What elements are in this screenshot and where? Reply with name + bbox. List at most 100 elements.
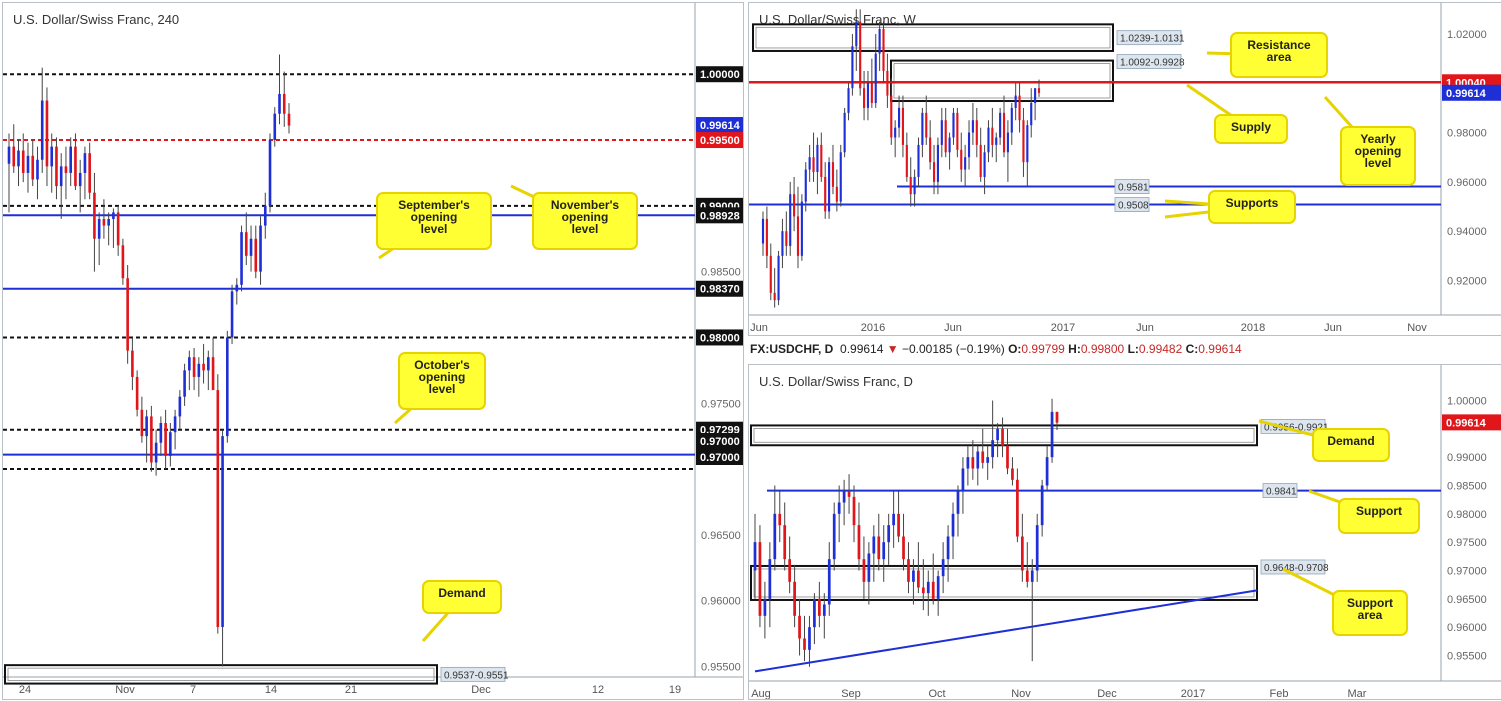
candle bbox=[966, 457, 970, 469]
candle bbox=[835, 186, 838, 202]
candle bbox=[887, 525, 891, 543]
price-tag-label: 0.99614 bbox=[1446, 417, 1487, 429]
candle bbox=[991, 440, 995, 458]
daily-chart-panel[interactable]: 0.9956-0.9921 0.9648-0.9708 0.9841 1.00000 0… bbox=[748, 364, 1501, 700]
candle bbox=[121, 245, 125, 279]
x-tick-label: 2016 bbox=[861, 322, 885, 334]
candle bbox=[837, 502, 841, 514]
candle bbox=[273, 113, 277, 141]
candle bbox=[964, 157, 967, 170]
candle bbox=[12, 146, 16, 167]
zone-box bbox=[750, 564, 1258, 601]
candle bbox=[202, 363, 205, 371]
candle bbox=[26, 155, 30, 173]
price-tag-label: 0.97000 bbox=[700, 452, 740, 464]
candle bbox=[1016, 479, 1019, 537]
candle bbox=[917, 570, 920, 588]
candle bbox=[263, 205, 267, 226]
callout: Resistancearea bbox=[1206, 32, 1328, 78]
callout-text: level bbox=[1365, 156, 1392, 170]
x-tick-label: Jun bbox=[944, 322, 962, 334]
y-tick-label: 0.92000 bbox=[1447, 275, 1487, 287]
candle bbox=[254, 238, 258, 272]
price-tag-label: 0.97000 bbox=[700, 436, 740, 448]
candle bbox=[820, 144, 823, 177]
candle bbox=[64, 166, 68, 173]
high-label: H: bbox=[1068, 342, 1081, 356]
candle bbox=[940, 120, 943, 145]
candle bbox=[769, 255, 772, 293]
y-tick-label: 0.98000 bbox=[1447, 509, 1487, 521]
candle bbox=[1037, 88, 1041, 93]
x-tick-label: Dec bbox=[1097, 688, 1117, 699]
candle bbox=[1045, 457, 1049, 486]
candle bbox=[145, 416, 148, 437]
x-tick-label: 2017 bbox=[1051, 322, 1075, 334]
callout: Demand bbox=[421, 580, 502, 642]
candle bbox=[831, 162, 835, 187]
candle bbox=[226, 337, 229, 437]
callout: Supply bbox=[1186, 83, 1288, 144]
zone-label: 0.9648-0.9708 bbox=[1264, 563, 1329, 574]
weekly-chart-panel[interactable]: 1.0239-1.0131 1.0092-0.9928 0.9581 0.9508 1.… bbox=[748, 2, 1501, 336]
h4-chart[interactable]: 0.9537-0.9551 0.98500 0.97500 0.96500 0.9600… bbox=[3, 3, 743, 699]
zone-label: 1.0239-1.0131 bbox=[1120, 34, 1185, 45]
daily-chart[interactable]: 0.9956-0.99210.9648-0.97080.98411.000000… bbox=[749, 365, 1501, 699]
callout: Yearlyopeninglevel bbox=[1323, 95, 1416, 186]
candle bbox=[197, 363, 201, 377]
candle bbox=[753, 542, 757, 571]
candle bbox=[960, 149, 963, 170]
candle bbox=[824, 176, 827, 212]
candle bbox=[987, 127, 990, 153]
x-tick-label: Oct bbox=[928, 688, 945, 699]
candle bbox=[768, 559, 772, 599]
zone-inner-box bbox=[7, 667, 435, 681]
level-label: 0.9841 bbox=[1266, 487, 1297, 498]
callout-text: Support bbox=[1356, 504, 1402, 518]
candle bbox=[796, 216, 800, 256]
candle bbox=[991, 127, 994, 145]
candle bbox=[948, 137, 951, 153]
candle bbox=[839, 152, 842, 202]
candle bbox=[235, 284, 239, 292]
high-value: 0.99800 bbox=[1080, 342, 1125, 356]
x-tick-label: Mar bbox=[1348, 688, 1367, 699]
candle bbox=[803, 638, 806, 650]
callout-text: level bbox=[429, 382, 456, 396]
candle bbox=[244, 232, 248, 256]
low-value: 0.99482 bbox=[1138, 342, 1183, 356]
candle bbox=[778, 513, 782, 526]
candle bbox=[169, 432, 172, 456]
candle bbox=[1006, 445, 1009, 469]
candle bbox=[808, 627, 811, 650]
callout: Supportarea bbox=[1282, 567, 1408, 636]
zone-box bbox=[890, 59, 1114, 103]
candle bbox=[107, 218, 110, 226]
candle bbox=[55, 146, 58, 187]
candle bbox=[798, 615, 801, 639]
candle bbox=[828, 162, 831, 212]
h4-chart-panel[interactable]: 0.9537-0.9551 0.98500 0.97500 0.96500 0.9600… bbox=[2, 2, 744, 700]
candle bbox=[866, 83, 870, 108]
candle bbox=[901, 107, 905, 145]
candle bbox=[813, 598, 816, 628]
callout-text: area bbox=[1267, 50, 1292, 64]
candle bbox=[31, 155, 35, 180]
weekly-chart[interactable]: 1.0239-1.0131 1.0092-0.9928 0.9581 0.9508 1.… bbox=[749, 3, 1501, 335]
candle bbox=[975, 120, 978, 145]
candle bbox=[777, 255, 780, 301]
candle bbox=[112, 212, 115, 219]
callout: Support bbox=[1308, 489, 1420, 534]
candle bbox=[178, 396, 182, 417]
candle bbox=[956, 491, 960, 514]
candle bbox=[808, 157, 811, 170]
candle bbox=[211, 357, 215, 391]
candle bbox=[872, 536, 876, 554]
candle bbox=[1025, 570, 1029, 582]
candle bbox=[1022, 120, 1025, 163]
candle bbox=[69, 146, 72, 173]
candle bbox=[842, 491, 846, 503]
candle bbox=[941, 559, 945, 577]
candle bbox=[878, 29, 881, 54]
candle bbox=[936, 576, 940, 599]
